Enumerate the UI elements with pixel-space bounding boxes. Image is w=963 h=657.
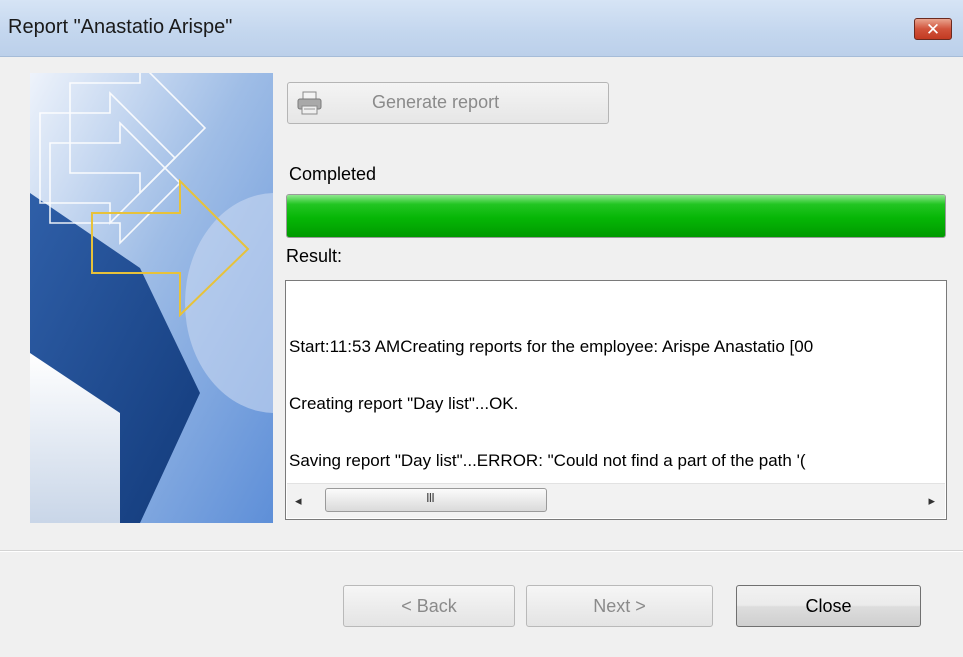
result-label: Result: (286, 246, 343, 266)
printer-icon (296, 91, 324, 115)
result-line: Saving report "Day list"...ERROR: "Could… (289, 451, 806, 470)
window-title: Report "Anastatio Arispe" (8, 16, 233, 38)
scrollbar-grip: III (426, 490, 435, 505)
title-bar: Report "Anastatio Arispe" ✕ (0, 0, 963, 57)
next-button[interactable]: Next > (526, 585, 713, 627)
footer-separator (0, 550, 963, 552)
generate-report-button[interactable]: Generate report (287, 82, 609, 124)
status-label: Completed (289, 164, 377, 184)
scrollbar-thumb[interactable]: III (325, 488, 547, 512)
close-button[interactable]: Close (736, 585, 921, 627)
back-button[interactable]: < Back (343, 585, 515, 627)
horizontal-scrollbar[interactable]: ◂ III ▸ (287, 483, 945, 518)
result-text: Start:11:53 AMCreating reports for the e… (289, 299, 946, 508)
progress-bar (286, 194, 946, 238)
generate-report-label: Generate report (372, 92, 500, 112)
window-close-button[interactable]: ✕ (914, 18, 952, 40)
result-line: Start:11:53 AMCreating reports for the e… (289, 337, 814, 356)
scroll-left-icon[interactable]: ◂ (295, 493, 302, 509)
wizard-banner-image (30, 73, 273, 523)
result-line: Creating report "Day list"...OK. (289, 394, 519, 413)
progress-bar-fill (287, 195, 945, 237)
result-textbox[interactable]: Start:11:53 AMCreating reports for the e… (285, 280, 947, 520)
scroll-right-icon[interactable]: ▸ (928, 493, 935, 509)
